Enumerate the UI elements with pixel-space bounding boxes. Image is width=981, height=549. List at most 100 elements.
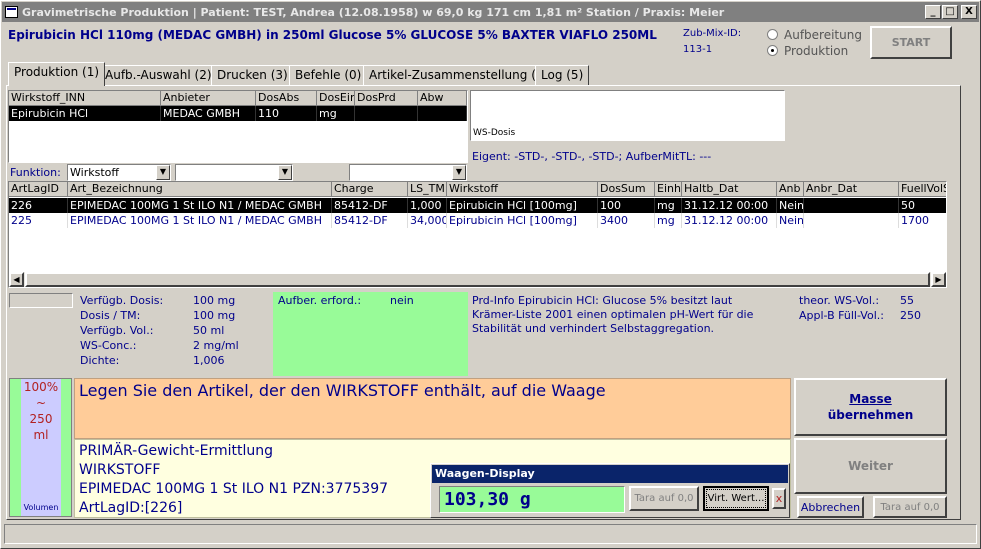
radio-aufbereitung[interactable] — [767, 29, 778, 40]
table-cell — [804, 198, 899, 213]
table-cell: 1700 — [899, 213, 946, 228]
tab-aufb-auswahl[interactable]: Aufb.-Auswahl (2) — [99, 65, 218, 85]
volumen-label: Volumen — [23, 503, 59, 512]
theor-ws-vol-label: theor. WS-Vol.: — [799, 294, 880, 307]
scroll-right-icon[interactable]: ▶ — [931, 272, 946, 287]
virt-wert-button[interactable]: Virt. Wert... — [703, 486, 769, 511]
status-indicator — [9, 293, 73, 308]
funktion-label: Funktion: — [10, 166, 61, 179]
column-header[interactable]: Anb — [777, 182, 804, 197]
radio-produktion-label: Produktion — [784, 44, 849, 58]
tab-drucken[interactable]: Drucken (3) — [211, 65, 294, 85]
volumen-gauge: 100% ~ 250 ml Volumen — [9, 378, 72, 517]
table-cell: 100 — [598, 198, 655, 213]
table-row[interactable]: 225 EPIMEDAC 100MG 1 St ILO N1 / MEDAC G… — [9, 213, 946, 228]
table-cell: mg — [317, 106, 355, 121]
chevron-down-icon[interactable]: ▼ — [156, 165, 170, 180]
tab-befehle[interactable]: Befehle (0) — [289, 65, 368, 85]
artikel-table[interactable]: ArtLagID Art_Bezeichnung Charge LS_TM Wi… — [8, 181, 947, 288]
weiter-button[interactable]: Weiter — [794, 438, 947, 494]
table-cell — [418, 106, 467, 121]
title-bar: Gravimetrische Produktion | Patient: TES… — [2, 2, 979, 22]
scrollbar-thumb[interactable] — [25, 272, 930, 287]
minimize-button[interactable]: _ — [925, 5, 941, 19]
dichte-value: 1,006 — [193, 354, 225, 367]
table-row[interactable]: 226 EPIMEDAC 100MG 1 St ILO N1 / MEDAC G… — [9, 198, 946, 213]
table-cell: Epirubicin HCl — [9, 106, 161, 121]
funktion-select-3[interactable]: ▼ — [349, 164, 467, 181]
status-bar — [4, 524, 977, 544]
verfuegb-dosis-label: Verfügb. Dosis: — [80, 294, 164, 307]
close-button[interactable]: X — [961, 5, 977, 19]
masse-label-1: Masse — [849, 392, 892, 406]
details-line-4: ArtLagID:[226] — [79, 500, 183, 516]
volumen-tilde: ~ — [35, 396, 47, 410]
column-header[interactable]: Art_Bezeichnung — [68, 182, 332, 197]
ws-conc-value: 2 mg/ml — [193, 339, 239, 352]
column-header[interactable]: Haltb_Dat — [682, 182, 777, 197]
column-header[interactable]: DosAbs — [256, 91, 317, 106]
table-cell: 50 — [899, 198, 946, 213]
table-cell: 225 — [9, 213, 68, 228]
table-cell — [804, 213, 899, 228]
wirkstoff-table[interactable]: Wirkstoff_INN Anbieter DosAbs DosEin Dos… — [8, 90, 468, 163]
chevron-down-icon[interactable]: ▼ — [452, 165, 466, 180]
column-header[interactable]: ArtLagID — [9, 182, 68, 197]
theor-ws-vol-value: 55 — [900, 294, 914, 307]
table-cell: 226 — [9, 198, 68, 213]
column-header[interactable]: DosPrd — [355, 91, 418, 106]
abbrechen-button[interactable]: Abbrechen — [797, 496, 864, 518]
tab-produktion[interactable]: Produktion (1) — [8, 62, 106, 86]
table-cell: 85412-DF — [332, 213, 408, 228]
masse-uebernehmen-button[interactable]: Masse übernehmen — [794, 378, 947, 436]
ws-conc-label: WS-Conc.: — [80, 339, 137, 352]
table-cell: Nein — [779, 213, 804, 228]
dosis-tm-label: Dosis / TM: — [80, 309, 141, 322]
start-button[interactable]: START — [870, 26, 952, 59]
column-header[interactable]: Anbr_Dat — [804, 182, 899, 197]
tab-artikel-zusammenstellung[interactable]: Artikel-Zusammenstellung (4) — [363, 65, 555, 85]
column-header[interactable]: Charge — [332, 182, 408, 197]
zubmix-label: Zub-Mix-ID: — [683, 28, 742, 39]
table-cell: 31.12.12 00:00 — [682, 198, 777, 213]
tara-button-display[interactable]: Tara auf 0,0 — [629, 486, 699, 511]
maximize-button[interactable]: □ — [942, 5, 958, 19]
column-header[interactable]: DosEin — [317, 91, 355, 106]
column-header[interactable]: LS_TM — [408, 182, 447, 197]
funktion-value: Wirkstoff — [70, 166, 119, 179]
table-row[interactable]: Epirubicin HCl MEDAC GMBH 110 mg — [9, 106, 467, 121]
product-title: Epirubicin HCl 110mg (MEDAC GMBH) in 250… — [8, 28, 657, 42]
waagen-close-button[interactable]: x — [772, 488, 786, 509]
column-header[interactable]: FuellVolS — [899, 182, 946, 197]
chevron-down-icon[interactable]: ▼ — [278, 165, 292, 180]
radio-produktion[interactable] — [767, 45, 778, 56]
column-header[interactable]: Wirkstoff_INN — [9, 91, 161, 106]
radio-aufbereitung-label: Aufbereitung — [784, 28, 862, 42]
table-cell: 110 — [256, 106, 317, 121]
tab-log[interactable]: Log (5) — [535, 65, 590, 85]
column-header[interactable]: Wirkstoff — [447, 182, 598, 197]
masse-label-2: übernehmen — [827, 408, 914, 422]
column-header[interactable]: Abw — [418, 91, 467, 106]
table-cell: Epirubicin HCl [100mg] — [447, 213, 598, 228]
waagen-display-window: Waagen-Display 103,30 g Tara auf 0,0 Vir… — [430, 463, 790, 518]
horizontal-scrollbar[interactable]: ◀ ▶ — [9, 272, 946, 287]
verfuegb-vol-value: 50 ml — [193, 324, 225, 337]
table-cell: mg — [655, 198, 682, 213]
tara-button[interactable]: Tara auf 0,0 — [873, 496, 947, 518]
volumen-percent: 100% — [23, 380, 59, 394]
details-line-2: WIRKSTOFF — [79, 462, 161, 478]
table-cell: 85412-DF — [332, 198, 408, 213]
ws-dosis-label: WS-Dosis — [473, 128, 516, 138]
aufber-panel: Aufber. erford.: nein — [273, 292, 468, 376]
verfuegb-vol-label: Verfügb. Vol.: — [80, 324, 154, 337]
funktion-select[interactable]: Wirkstoff ▼ — [67, 164, 171, 181]
volumen-ml-value: 250 — [29, 412, 53, 426]
column-header[interactable]: Anbieter — [161, 91, 256, 106]
column-header[interactable]: DosSum — [598, 182, 655, 197]
verfuegb-dosis-value: 100 mg — [193, 294, 236, 307]
scroll-left-icon[interactable]: ◀ — [9, 272, 24, 287]
zubmix-value: 113-1 — [683, 44, 713, 55]
funktion-select-2[interactable]: ▼ — [175, 164, 293, 181]
column-header[interactable]: Einh — [655, 182, 682, 197]
